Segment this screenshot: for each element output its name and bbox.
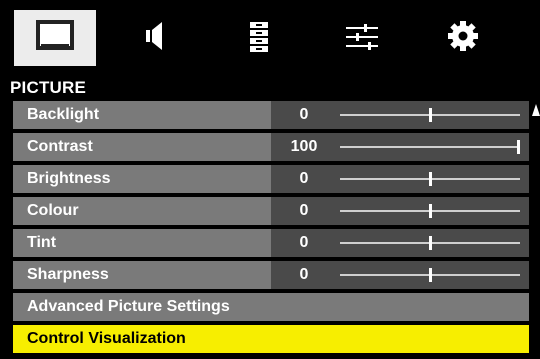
- sliders-icon: [346, 24, 378, 50]
- menu-tab-bar: [14, 10, 514, 70]
- setting-value: 100: [290, 138, 318, 155]
- setting-value: 0: [299, 202, 309, 219]
- slider-handle[interactable]: [429, 268, 432, 282]
- slider-handle[interactable]: [429, 172, 432, 186]
- setting-label: Brightness: [27, 170, 111, 187]
- setting-row-tint[interactable]: Tint 0: [13, 229, 529, 257]
- setting-label: Tint: [27, 234, 57, 251]
- setting-slider[interactable]: [340, 268, 520, 282]
- setting-slider[interactable]: [340, 204, 520, 218]
- speaker-icon: [146, 22, 162, 50]
- setting-row-colour[interactable]: Colour 0: [13, 197, 529, 225]
- setting-row-backlight[interactable]: Backlight 0: [13, 101, 529, 129]
- slider-handle[interactable]: [517, 140, 520, 154]
- setting-row-contrast[interactable]: Contrast 100: [13, 133, 529, 161]
- menu-item-advanced-picture-settings[interactable]: Advanced Picture Settings: [13, 293, 529, 321]
- menu-item-label: Advanced Picture Settings: [27, 298, 230, 315]
- menu-item-control-visualization[interactable]: Control Visualization: [13, 325, 529, 353]
- tv-menu-screen: PICTURE Backlight 0 Contrast 100 Brightn…: [0, 0, 540, 359]
- setting-slider[interactable]: [340, 108, 520, 122]
- tab-settings[interactable]: [422, 10, 504, 66]
- slider-handle[interactable]: [429, 108, 432, 122]
- scroll-up-arrow-icon[interactable]: [532, 104, 540, 116]
- tab-setup[interactable]: [320, 10, 402, 66]
- setting-value: 0: [299, 266, 309, 283]
- menu-title: PICTURE: [10, 78, 87, 97]
- tab-channels[interactable]: [218, 10, 300, 66]
- slider-handle[interactable]: [429, 204, 432, 218]
- setting-label: Colour: [27, 202, 79, 219]
- setting-row-sharpness[interactable]: Sharpness 0: [13, 261, 529, 289]
- setting-value: 0: [299, 106, 309, 123]
- setting-row-brightness[interactable]: Brightness 0: [13, 165, 529, 193]
- setting-label: Contrast: [27, 138, 93, 155]
- menu-item-label: Control Visualization: [27, 330, 186, 347]
- tab-picture[interactable]: [14, 10, 96, 66]
- channel-list-icon: [250, 22, 268, 52]
- setting-value: 0: [299, 170, 309, 187]
- tab-sound[interactable]: [116, 10, 198, 66]
- setting-slider[interactable]: [340, 172, 520, 186]
- setting-label: Sharpness: [27, 266, 109, 283]
- setting-slider[interactable]: [340, 140, 520, 154]
- setting-label: Backlight: [27, 106, 100, 123]
- slider-handle[interactable]: [429, 236, 432, 250]
- setting-value: 0: [299, 234, 309, 251]
- picture-icon: [36, 20, 74, 50]
- setting-slider[interactable]: [340, 236, 520, 250]
- gear-icon: [448, 21, 478, 51]
